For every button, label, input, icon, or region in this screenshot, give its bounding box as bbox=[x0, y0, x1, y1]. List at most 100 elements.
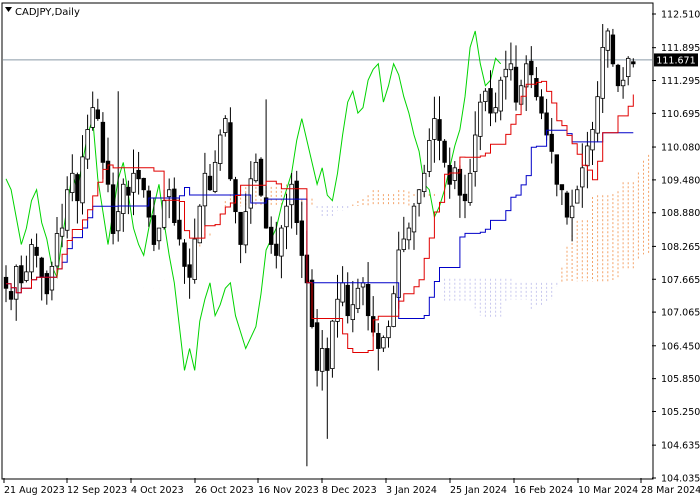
candle[interactable] bbox=[258, 157, 264, 197]
candle-body bbox=[569, 205, 575, 219]
y-tick-label: 107.065 bbox=[661, 308, 700, 319]
chart-title[interactable]: CADJPY,Daily bbox=[5, 7, 80, 18]
candle-body bbox=[503, 68, 508, 78]
candle-body bbox=[350, 304, 355, 320]
candle-body bbox=[274, 243, 279, 256]
candle-body bbox=[564, 192, 570, 218]
candle-body bbox=[432, 118, 437, 140]
candle-body bbox=[44, 273, 49, 295]
candle[interactable] bbox=[197, 204, 202, 244]
candle-body bbox=[365, 284, 371, 317]
candle-body bbox=[478, 101, 483, 137]
candle-body bbox=[427, 140, 432, 172]
y-tick-label: 109.480 bbox=[661, 175, 700, 186]
candle-body bbox=[575, 189, 580, 204]
candle-body bbox=[3, 276, 9, 289]
candle-body bbox=[462, 193, 468, 202]
candle-body bbox=[605, 30, 610, 51]
y-tick-label: 111.895 bbox=[661, 43, 700, 54]
candle-body bbox=[498, 79, 503, 112]
candle-body bbox=[493, 107, 498, 114]
candle-body bbox=[8, 291, 14, 300]
x-tick-label: 16 Nov 2023 bbox=[258, 485, 319, 496]
candle-body bbox=[595, 96, 600, 134]
y-tick-label: 108.880 bbox=[661, 208, 700, 219]
x-tick-label: 4 Oct 2023 bbox=[131, 485, 184, 496]
candle-body bbox=[243, 211, 248, 246]
y-tick-label: 112.510 bbox=[661, 10, 700, 21]
y-tick-label: 111.295 bbox=[661, 76, 700, 87]
candle-body bbox=[319, 348, 325, 372]
candle-body bbox=[95, 109, 100, 119]
candle-body bbox=[172, 188, 177, 223]
candle-body bbox=[416, 189, 422, 204]
y-tick-label: 104.035 bbox=[661, 474, 700, 485]
candle-body bbox=[325, 348, 330, 371]
candle-body bbox=[554, 154, 559, 185]
candle-body bbox=[508, 63, 514, 71]
candle-body bbox=[590, 129, 595, 151]
candle-body bbox=[391, 293, 396, 327]
candle-body bbox=[529, 60, 534, 76]
candle-body bbox=[355, 287, 361, 309]
candle-body bbox=[620, 79, 626, 87]
candle-body bbox=[212, 161, 218, 192]
x-tick-label: 3 Jan 2024 bbox=[386, 485, 437, 496]
x-tick-label: 26 Oct 2023 bbox=[195, 485, 254, 496]
candle-body bbox=[223, 118, 228, 134]
x-tick-label: 8 Dec 2023 bbox=[322, 485, 377, 496]
candle[interactable] bbox=[610, 28, 616, 67]
x-tick-label: 16 Feb 2024 bbox=[514, 485, 573, 496]
x-tick-label: 12 Sep 2023 bbox=[67, 485, 127, 496]
chart-background bbox=[0, 0, 700, 500]
candle-body bbox=[452, 167, 457, 181]
candle-body bbox=[284, 205, 289, 228]
candle-body bbox=[248, 178, 253, 209]
candle-body bbox=[360, 282, 366, 288]
candle-body bbox=[488, 88, 493, 114]
candle-body bbox=[406, 227, 412, 241]
candle-body bbox=[141, 177, 146, 191]
candle-body bbox=[376, 332, 381, 349]
candle-body bbox=[294, 180, 299, 223]
candle-body bbox=[85, 129, 90, 160]
candle-body bbox=[401, 238, 406, 250]
candle-body bbox=[411, 205, 417, 233]
candle-body bbox=[75, 174, 80, 202]
candle-body bbox=[472, 134, 478, 173]
candle-body bbox=[421, 172, 427, 192]
candle-body bbox=[13, 265, 19, 300]
candle-body bbox=[631, 61, 636, 65]
candle-body bbox=[156, 227, 162, 242]
candle-body bbox=[39, 257, 44, 278]
x-tick-label: 25 Jan 2024 bbox=[450, 485, 507, 496]
candle-body bbox=[49, 265, 55, 291]
y-tick-label: 107.665 bbox=[661, 275, 700, 286]
candle-body bbox=[340, 282, 345, 303]
candle-body bbox=[192, 238, 197, 280]
candle-body bbox=[615, 64, 621, 87]
candle-body bbox=[202, 172, 208, 207]
candle-body bbox=[182, 242, 187, 267]
candle-body bbox=[447, 164, 452, 185]
candle-body bbox=[330, 320, 335, 369]
candle-body bbox=[437, 119, 442, 141]
candle-body bbox=[207, 175, 213, 191]
ichimoku-candlestick-chart[interactable]: CADJPY,Daily 112.510 111.895 111.295 110.69… bbox=[0, 0, 700, 500]
candle-body bbox=[121, 183, 126, 214]
candle-body bbox=[314, 322, 320, 371]
candle-body bbox=[131, 172, 136, 193]
candle-body bbox=[442, 140, 447, 163]
candle-body bbox=[136, 169, 141, 180]
y-tick-label: 104.635 bbox=[661, 441, 700, 452]
candle-body bbox=[151, 215, 157, 245]
candle-body bbox=[253, 161, 259, 182]
y-tick-label: 110.080 bbox=[661, 143, 700, 154]
candle-body bbox=[534, 78, 539, 98]
candle-body bbox=[29, 244, 34, 273]
candle-body bbox=[289, 183, 294, 206]
candle-body bbox=[100, 121, 106, 163]
candle-body bbox=[116, 211, 121, 232]
candle-body bbox=[110, 184, 116, 234]
y-tick-label: 105.250 bbox=[661, 407, 700, 418]
